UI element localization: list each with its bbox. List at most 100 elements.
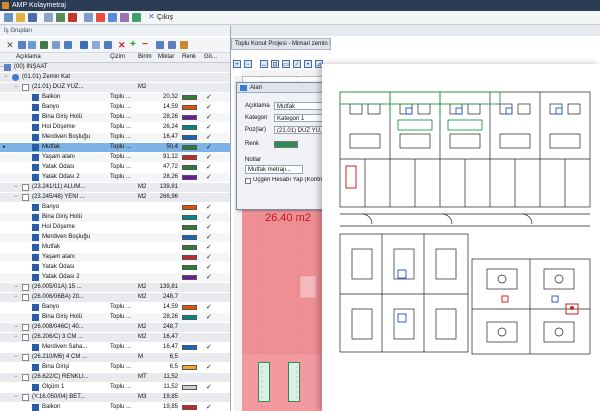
- row-color-swatch[interactable]: [182, 175, 197, 180]
- tree-group-row[interactable]: − (23.241/11) ALUM... M2 139,81: [0, 183, 230, 192]
- collapse-toggle-icon[interactable]: −: [14, 323, 18, 332]
- layer-3-icon[interactable]: [104, 41, 112, 49]
- visible-checkbox[interactable]: ✓: [206, 313, 215, 322]
- visible-checkbox[interactable]: ✓: [206, 93, 215, 102]
- tree-item-row[interactable]: Yatak Odası ✓: [0, 263, 230, 272]
- row-color-swatch[interactable]: [182, 235, 197, 240]
- visible-checkbox[interactable]: ✓: [206, 363, 215, 372]
- tree-group-row[interactable]: − (26.005/01A) 15 ... M2 139,81: [0, 283, 230, 292]
- tree-item-row[interactable]: Balkon Toplu ... 19,85 ✓: [0, 403, 230, 411]
- exit-icon[interactable]: ✕: [148, 13, 156, 21]
- tree-item-row[interactable]: Yatak Odası 2 Toplu ... 28,26 ✓: [0, 173, 230, 182]
- collapse-toggle-icon[interactable]: −: [14, 293, 18, 302]
- tree-group-row[interactable]: − (26.622/C) RENKLI... MT 11,52: [0, 373, 230, 382]
- tree-item-row[interactable]: Bina Girişi Toplu ... 6,5 ✓: [0, 363, 230, 372]
- visible-checkbox[interactable]: ✓: [206, 273, 215, 282]
- visible-checkbox[interactable]: ✓: [206, 173, 215, 182]
- visible-checkbox[interactable]: ✓: [206, 203, 215, 212]
- tree-group-row[interactable]: − (01.01) Zemin Kat: [0, 73, 230, 82]
- delete-icon[interactable]: [96, 13, 105, 22]
- visible-checkbox[interactable]: ✓: [206, 213, 215, 222]
- row-color-swatch[interactable]: [182, 215, 197, 220]
- tree-group-row[interactable]: − (23.245/48) YENİ ... M2 266,96: [0, 193, 230, 202]
- visible-checkbox[interactable]: ✓: [206, 113, 215, 122]
- notes-field[interactable]: Mutfak metrajı...: [245, 165, 303, 174]
- collapse-toggle-icon[interactable]: −: [14, 373, 18, 382]
- tree-item-row[interactable]: Mutfak ✓: [0, 243, 230, 252]
- tree-group-row[interactable]: − (26.006/06BA) 20... M2 248,7: [0, 293, 230, 302]
- minus-icon[interactable]: −: [142, 40, 150, 50]
- tree-item-row[interactable]: Merdiven Boşluğu ✓: [0, 233, 230, 242]
- save-icon[interactable]: [28, 13, 37, 22]
- pan-icon[interactable]: ↔: [260, 60, 268, 68]
- collapse-icon[interactable]: [28, 41, 36, 49]
- tree-item-row[interactable]: Ölçüm 1 Toplu ... 11,52 ✓: [0, 383, 230, 392]
- row-color-swatch[interactable]: [182, 405, 197, 410]
- group-icon[interactable]: [52, 41, 60, 49]
- visible-checkbox[interactable]: ✓: [206, 253, 215, 262]
- row-color-swatch[interactable]: [182, 155, 197, 160]
- layer-2-icon[interactable]: [92, 41, 100, 49]
- tree-item-row[interactable]: Bina Giriş Holü Toplu ... 28,26 ✓: [0, 313, 230, 322]
- visible-checkbox[interactable]: ✓: [206, 223, 215, 232]
- move-down-icon[interactable]: [168, 41, 176, 49]
- tab-drawing[interactable]: Toplu Konut Projesi - Mimari zemin kat: [231, 38, 331, 50]
- tree-item-row[interactable]: ▸ Mutfak Toplu ... 50,4 ✓: [0, 143, 230, 152]
- new-icon[interactable]: [4, 13, 13, 22]
- tree-item-row[interactable]: Balkon Toplu ... 20,32 ✓: [0, 93, 230, 102]
- row-color-swatch[interactable]: [182, 205, 197, 210]
- dialog-title[interactable]: Alan: [237, 83, 335, 93]
- row-color-swatch[interactable]: [182, 105, 197, 110]
- visible-checkbox[interactable]: ✓: [206, 103, 215, 112]
- tree-item-row[interactable]: Yaşam alanı Toplu ... 91,12 ✓: [0, 153, 230, 162]
- settings-icon[interactable]: [108, 13, 117, 22]
- collapse-toggle-icon[interactable]: −: [14, 183, 18, 192]
- expand-icon[interactable]: [18, 41, 26, 49]
- visible-checkbox[interactable]: ✓: [206, 383, 215, 392]
- collapse-toggle-icon[interactable]: −: [14, 283, 18, 292]
- visible-checkbox[interactable]: ✓: [206, 163, 215, 172]
- col-cizim[interactable]: Çizim: [110, 53, 125, 62]
- row-color-swatch[interactable]: [182, 95, 197, 100]
- color-picker[interactable]: [274, 141, 298, 148]
- exit-button[interactable]: Çıkış: [157, 13, 173, 22]
- col-gorunur[interactable]: Gö...: [204, 53, 217, 62]
- tree-group-row[interactable]: − (Y.16.050/04) BET... M3 19,85: [0, 393, 230, 402]
- tree-item-row[interactable]: Bina Giriş Holü Toplu ... 28,26 ✓: [0, 113, 230, 122]
- tree-item-row[interactable]: Merdiven Saha... Toplu ... 16,47 ✓: [0, 343, 230, 352]
- row-color-swatch[interactable]: [182, 275, 197, 280]
- tree-item-row[interactable]: Yaşam alanı ✓: [0, 253, 230, 262]
- collapse-toggle-icon[interactable]: −: [14, 83, 18, 92]
- pdf-icon[interactable]: [68, 13, 77, 22]
- add-icon[interactable]: +: [130, 40, 138, 50]
- layer-icon[interactable]: [80, 41, 88, 49]
- row-color-swatch[interactable]: [182, 255, 197, 260]
- open-folder-icon[interactable]: [16, 13, 25, 22]
- row-color-swatch[interactable]: [182, 365, 197, 370]
- row-color-swatch[interactable]: [182, 135, 197, 140]
- floor-plan-sheet[interactable]: [322, 64, 600, 411]
- col-renk[interactable]: Renk: [182, 53, 196, 62]
- tree-item-row[interactable]: Hol Döşeme Toplu ... 26,24 ✓: [0, 123, 230, 132]
- tree-item-row[interactable]: Merdiven Boşluğu Toplu ... 16,47 ✓: [0, 133, 230, 142]
- zoom-icon[interactable]: [84, 13, 93, 22]
- triangle-calc-checkbox[interactable]: [245, 178, 251, 184]
- visible-checkbox[interactable]: ✓: [206, 133, 215, 142]
- tree-group-row[interactable]: − (26.206/C) 3 CM ... M2 16,47: [0, 333, 230, 342]
- tree-item-row[interactable]: Banyo ✓: [0, 203, 230, 212]
- count-tool-icon[interactable]: •: [304, 60, 312, 68]
- remove-icon[interactable]: ✕: [118, 41, 126, 50]
- move-up-icon[interactable]: [156, 41, 164, 49]
- poz-field[interactable]: (21.01) DÜZ YÜ...: [274, 126, 326, 134]
- tree-group-row[interactable]: − (26.008/046C) 40... M2 248,7: [0, 323, 230, 332]
- col-aciklama[interactable]: Açıklama: [16, 53, 41, 62]
- row-color-swatch[interactable]: [182, 145, 197, 150]
- row-color-swatch[interactable]: [182, 265, 197, 270]
- row-color-swatch[interactable]: [182, 225, 197, 230]
- tree-item-row[interactable]: Banyo Toplu ... 14,59 ✓: [0, 103, 230, 112]
- row-color-swatch[interactable]: [182, 165, 197, 170]
- tree-item-row[interactable]: Bina Giriş Holü ✓: [0, 213, 230, 222]
- visible-checkbox[interactable]: ✓: [206, 263, 215, 272]
- visible-checkbox[interactable]: ✓: [206, 303, 215, 312]
- col-birim[interactable]: Birim: [138, 53, 152, 62]
